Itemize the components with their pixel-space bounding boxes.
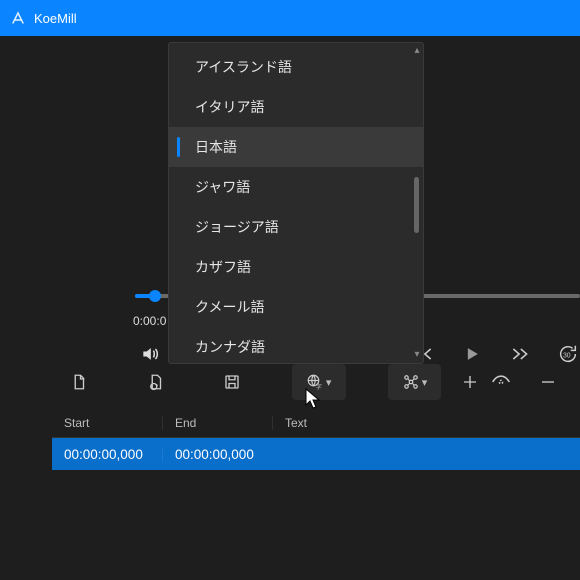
remove-button[interactable]: [530, 364, 566, 400]
column-header-start[interactable]: Start: [52, 416, 162, 430]
svg-text:30: 30: [563, 353, 571, 360]
subtitle-table: Start End Text 00:00:00,000 00:00:00,000: [52, 408, 580, 470]
mouse-cursor: [305, 388, 323, 410]
language-option[interactable]: カザフ語: [169, 247, 423, 287]
language-option[interactable]: アイスランド語: [169, 47, 423, 87]
dropdown-scrollbar[interactable]: ▴ ▾: [413, 47, 421, 359]
language-option[interactable]: カンナダ語: [169, 327, 423, 364]
time-current: 0:00:0: [133, 314, 166, 328]
toolbar-right: [438, 360, 580, 404]
language-option[interactable]: クメール語: [169, 287, 423, 327]
language-option[interactable]: イタリア語: [169, 87, 423, 127]
table-header: Start End Text: [52, 408, 580, 438]
cell-end: 00:00:00,000: [162, 447, 272, 462]
titlebar: KoeMill: [0, 0, 580, 36]
language-option[interactable]: 日本語: [169, 127, 423, 167]
language-dropdown[interactable]: アイスランド語イタリア語日本語ジャワ語ジョージア語カザフ語クメール語カンナダ語 …: [168, 42, 424, 364]
model-dropdown-button[interactable]: ▾: [388, 364, 442, 400]
column-header-end[interactable]: End: [162, 416, 272, 430]
cell-start: 00:00:00,000: [52, 447, 162, 462]
open-file-button[interactable]: [139, 364, 174, 400]
language-option[interactable]: ジョージア語: [169, 207, 423, 247]
table-row[interactable]: 00:00:00,000 00:00:00,000: [52, 438, 580, 470]
app-title: KoeMill: [34, 11, 77, 26]
add-button[interactable]: [452, 364, 488, 400]
new-file-button[interactable]: [62, 364, 97, 400]
save-button[interactable]: [215, 364, 250, 400]
app-icon: [10, 10, 26, 26]
chevron-down-icon: ▾: [326, 376, 332, 389]
language-option[interactable]: ジャワ語: [169, 167, 423, 207]
column-header-text[interactable]: Text: [272, 416, 580, 430]
chevron-down-icon: ▾: [422, 376, 428, 389]
